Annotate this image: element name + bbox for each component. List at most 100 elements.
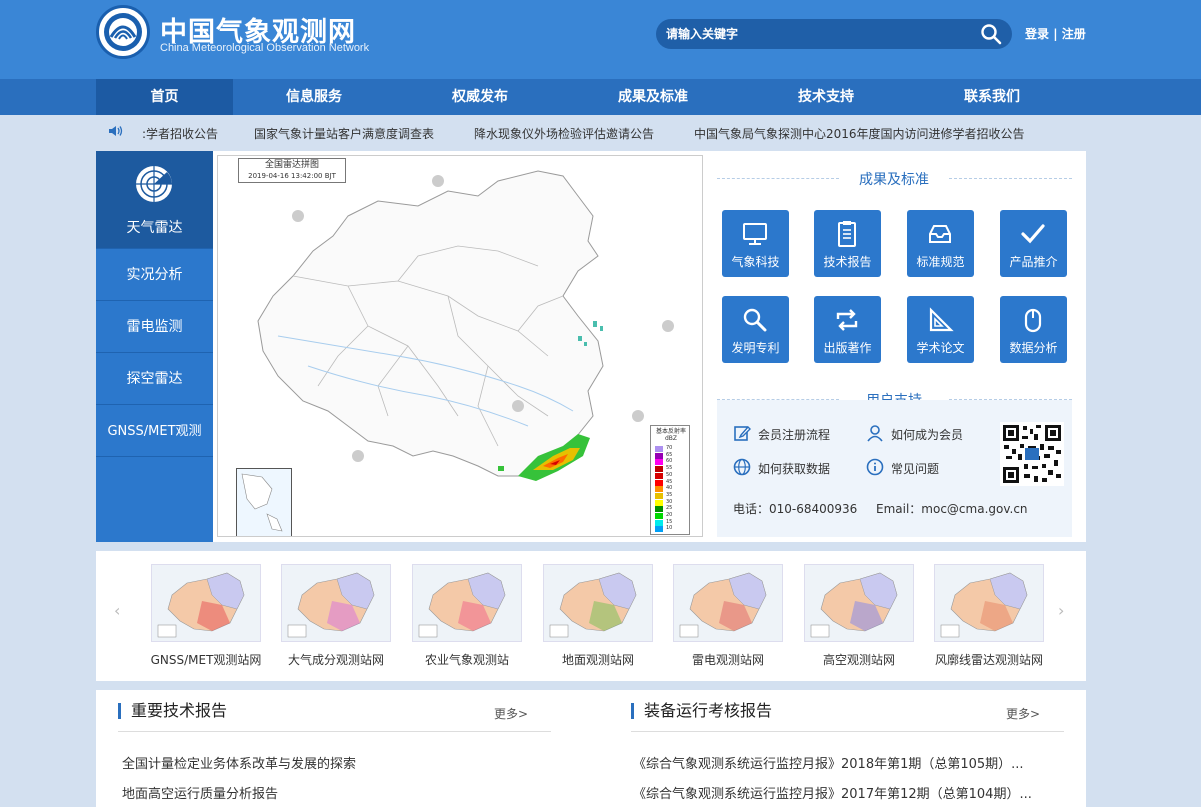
tile-label: 标准规范 (916, 255, 965, 269)
tile-papers[interactable]: 学术论文 (907, 296, 974, 363)
legend-entry: 10 (655, 525, 689, 533)
carousel-item-label: GNSS/MET观测站网 (150, 653, 262, 667)
nav-achievements[interactable]: 成果及标准 (593, 79, 713, 115)
station-map-thumbnail (412, 564, 522, 642)
login-link[interactable]: 登录 (1025, 27, 1049, 41)
tile-patents[interactable]: 发明专利 (722, 296, 789, 363)
support-label: 会员注册流程 (758, 428, 831, 442)
repeat-icon (836, 309, 858, 331)
contact-phone: 电话：010-68400936 (733, 502, 858, 516)
tab-gnss-met[interactable]: GNSS/MET观测 (96, 406, 213, 457)
tech-reports-more-link[interactable]: 更多> (494, 705, 528, 722)
magnifier-icon (743, 308, 767, 332)
tile-label: 气象科技 (731, 255, 780, 269)
radar-mosaic-map[interactable]: 全国雷达拼图 2019-04-16 13:42:00 BJT 基本反射率 dBZ … (217, 155, 703, 537)
legend-value: 65 (666, 451, 673, 458)
tile-publications[interactable]: 出版著作 (814, 296, 881, 363)
achievements-heading: 成果及标准 (859, 172, 929, 188)
report-item[interactable]: 《综合气象观测系统运行监控月报》2017年第12期（总第104期）... (633, 783, 1032, 802)
announcement-ticker: :学者招收公告 国家气象计量站客户满意度调查表 降水现象仪外场检验评估邀请公告 … (96, 121, 1086, 143)
tab-lightning-monitor[interactable]: 雷电监测 (96, 302, 213, 353)
legend-value: 15 (666, 518, 673, 525)
tile-data-analysis[interactable]: 数据分析 (1000, 296, 1067, 363)
support-panel: 会员注册流程 如何成为会员 如何获取数据 常见问题 电话：010-6840093… (717, 400, 1072, 537)
carousel-prev-button[interactable]: ‹ (114, 601, 120, 620)
tile-label: 产品推介 (1009, 255, 1058, 269)
clipboard-icon (838, 221, 856, 247)
carousel-item-label: 地面观测站网 (561, 653, 634, 667)
legend-value: 20 (666, 512, 673, 518)
nav-tech-support[interactable]: 技术支持 (766, 79, 886, 115)
legend-swatch (655, 452, 663, 459)
nav-info-service[interactable]: 信息服务 (254, 79, 374, 115)
divider (949, 178, 1072, 179)
search-icon[interactable] (980, 23, 1002, 45)
tab-weather-radar[interactable]: 天气雷达 (96, 151, 213, 249)
main-nav: 首页 信息服务 权威发布 成果及标准 技术支持 联系我们 (0, 79, 1201, 115)
tile-meteorology-tech[interactable]: 气象科技 (722, 210, 789, 277)
cma-logo[interactable] (96, 5, 150, 59)
legend-swatch (655, 519, 663, 526)
contact-email[interactable]: Email：moc@cma.gov.cn (876, 500, 1028, 517)
legend-swatch (655, 486, 663, 493)
tile-standards[interactable]: 标准规范 (907, 210, 974, 277)
ticker-item[interactable]: 中国气象局气象探测中心2016年度国内访问进修学者招收公告 (694, 125, 1025, 142)
nav-contact[interactable]: 联系我们 (932, 79, 1052, 115)
ticker-item[interactable]: :学者招收公告 (142, 125, 218, 142)
legend-swatch (655, 526, 663, 533)
equipment-reports-heading: 装备运行考核报告 (631, 703, 772, 719)
support-label: 如何成为会员 (891, 428, 964, 442)
nav-home[interactable]: 首页 (96, 79, 233, 115)
report-item[interactable]: 全国计量检定业务体系改革与发展的探索 (122, 753, 356, 772)
legend-swatch (655, 479, 663, 486)
tile-label: 发明专利 (731, 341, 780, 355)
tile-label: 学术论文 (916, 341, 965, 355)
tab-live-analysis[interactable]: 实况分析 (96, 250, 213, 301)
search-input[interactable] (666, 24, 966, 44)
legend-swatch (655, 499, 663, 506)
legend-value: 50 (666, 471, 673, 478)
legend-value: 70 (666, 445, 673, 451)
radar-icon (136, 166, 172, 202)
nav-publications[interactable]: 权威发布 (420, 79, 540, 115)
legend-value: 45 (666, 478, 673, 485)
legend-title: 基本反射率 dBZ (655, 428, 686, 442)
tile-label: 技术报告 (823, 255, 872, 269)
register-link[interactable]: 注册 (1062, 27, 1086, 41)
set-square-icon (929, 307, 954, 332)
tab-sounding-radar[interactable]: 探空雷达 (96, 354, 213, 405)
edit-icon (734, 425, 751, 441)
equipment-reports-more-link[interactable]: 更多> (1006, 705, 1040, 722)
legend-value: 55 (666, 465, 673, 472)
reports-section: 重要技术报告 更多> 全国计量检定业务体系改革与发展的探索 地面高空运行质量分析… (96, 690, 1086, 807)
speaker-icon (109, 126, 123, 136)
user-icon (867, 425, 883, 442)
carousel-next-button[interactable]: › (1058, 601, 1064, 620)
legend-swatch (655, 459, 663, 466)
report-item[interactable]: 地面高空运行质量分析报告 (122, 783, 278, 802)
login-separator: | (1053, 27, 1058, 41)
map-title-box: 全国雷达拼图 2019-04-16 13:42:00 BJT (238, 158, 346, 183)
tab-label: 天气雷达 (126, 220, 183, 236)
check-icon (1021, 224, 1045, 244)
support-label: 如何获取数据 (758, 462, 831, 476)
globe-icon (733, 458, 751, 476)
qr-code (1000, 422, 1064, 486)
station-map-thumbnail (934, 564, 1044, 642)
legend-swatch (655, 513, 663, 519)
ticker-item[interactable]: 国家气象计量站客户满意度调查表 (254, 125, 434, 142)
legend-swatch (655, 466, 663, 473)
tile-product-recommend[interactable]: 产品推介 (1000, 210, 1067, 277)
mouse-icon (1024, 308, 1042, 333)
main-panel: 天气雷达 实况分析 雷电监测 探空雷达 GNSS/MET观测 全国雷达拼图 20… (96, 151, 1086, 542)
divider (118, 731, 551, 732)
legend-value: 40 (666, 485, 673, 492)
map-legend: 基本反射率 dBZ 70 65 60 55 50 45 40 35 30 25 20 15 10 (650, 425, 690, 535)
inbox-icon (929, 225, 951, 243)
ticker-item[interactable]: 降水现象仪外场检验评估邀请公告 (474, 125, 654, 142)
carousel-item-label: 雷电观测站网 (691, 653, 764, 667)
station-map-thumbnail (151, 564, 261, 642)
tile-technical-reports[interactable]: 技术报告 (814, 210, 881, 277)
report-item[interactable]: 《综合气象观测系统运行监控月报》2018年第1期（总第105期）... (633, 753, 1024, 772)
carousel-item-label: 风廓线雷达观测站网 (934, 653, 1043, 667)
